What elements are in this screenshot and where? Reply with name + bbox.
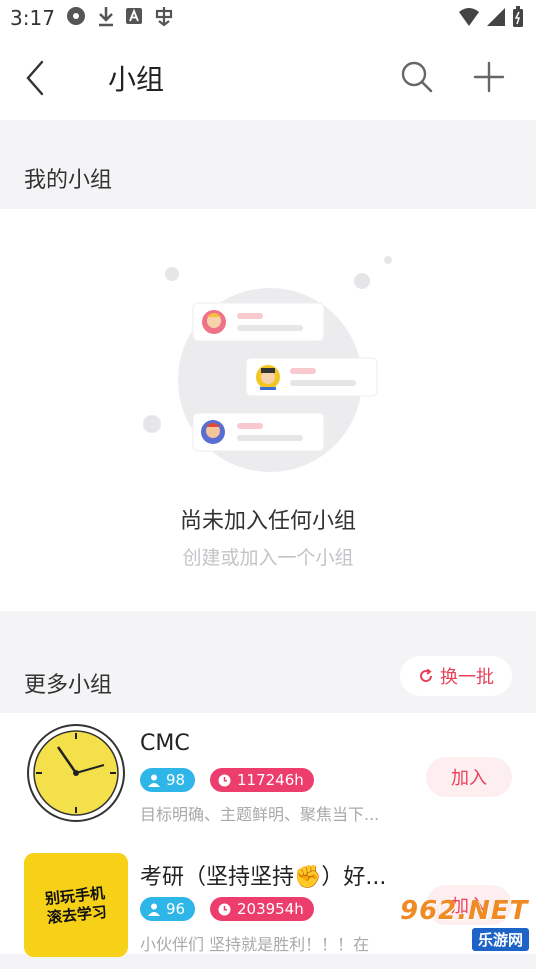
group-avatar: 别玩手机 滚去学习 bbox=[24, 853, 128, 957]
refresh-icon bbox=[420, 668, 433, 682]
empty-state-panel: 尚未加入任何小组 创建或加入一个小组 bbox=[0, 209, 536, 611]
plus-icon bbox=[473, 61, 505, 93]
member-count: 98 bbox=[166, 771, 186, 789]
settings-status-icon bbox=[65, 5, 87, 32]
group-description: 小伙伴们 坚持就是胜利！！！在 bbox=[140, 935, 370, 954]
clock-small-icon bbox=[218, 774, 231, 786]
my-groups-header: 我的小组 bbox=[0, 120, 536, 209]
back-button[interactable] bbox=[22, 58, 52, 98]
empty-state-subtitle: 创建或加入一个小组 bbox=[182, 547, 354, 569]
signal-icon bbox=[487, 8, 505, 26]
my-groups-title: 我的小组 bbox=[24, 168, 113, 193]
member-count: 96 bbox=[166, 900, 186, 918]
group-name: CMC bbox=[140, 731, 190, 756]
group-avatar bbox=[24, 721, 128, 825]
person-icon bbox=[148, 774, 160, 787]
create-group-button[interactable] bbox=[472, 60, 506, 94]
bug-status-icon bbox=[153, 5, 175, 32]
refresh-batch-button[interactable]: 换一批 bbox=[400, 656, 512, 696]
person-icon bbox=[148, 903, 160, 916]
avatar-text: 别玩手机 滚去学习 bbox=[24, 882, 128, 931]
clock-icon bbox=[27, 724, 125, 822]
watermark-brand: 962.NET bbox=[400, 896, 529, 926]
status-bar: 3:17 bbox=[0, 0, 536, 36]
battery-icon bbox=[513, 6, 523, 27]
chevron-left-icon bbox=[26, 60, 44, 96]
font-status-icon bbox=[125, 7, 143, 30]
study-hours-chip: 117246h bbox=[210, 768, 314, 792]
group-row[interactable]: CMC 98 117246h 目标明确、主题鲜明、聚焦当下... 加入 bbox=[0, 713, 536, 841]
status-right-icons bbox=[458, 6, 524, 28]
more-groups-title: 更多小组 bbox=[24, 673, 113, 698]
page-title: 小组 bbox=[108, 63, 165, 96]
study-hours: 203954h bbox=[237, 900, 304, 918]
wifi-icon bbox=[459, 8, 479, 26]
status-time: 3:17 bbox=[10, 6, 55, 30]
clock-small-icon bbox=[218, 903, 231, 915]
empty-groups-illustration bbox=[143, 256, 392, 472]
search-icon bbox=[401, 61, 433, 93]
app-bar: 小组 bbox=[0, 36, 536, 120]
study-hours: 117246h bbox=[237, 771, 304, 789]
study-hours-chip: 203954h bbox=[210, 897, 314, 921]
member-count-chip: 96 bbox=[140, 897, 196, 921]
empty-state-title: 尚未加入任何小组 bbox=[179, 509, 356, 534]
watermark-sub: 乐游网 bbox=[472, 928, 530, 951]
group-description: 目标明确、主题鲜明、聚焦当下... bbox=[140, 805, 380, 824]
refresh-label: 换一批 bbox=[440, 667, 494, 688]
group-name: 考研（坚持坚持✊）好... bbox=[140, 865, 387, 890]
member-count-chip: 98 bbox=[140, 768, 196, 792]
search-button[interactable] bbox=[400, 60, 434, 94]
download-status-icon bbox=[97, 5, 115, 32]
join-group-button[interactable]: 加入 bbox=[426, 757, 512, 797]
watermark-logo: 962.NET 乐游网 bbox=[396, 896, 532, 951]
